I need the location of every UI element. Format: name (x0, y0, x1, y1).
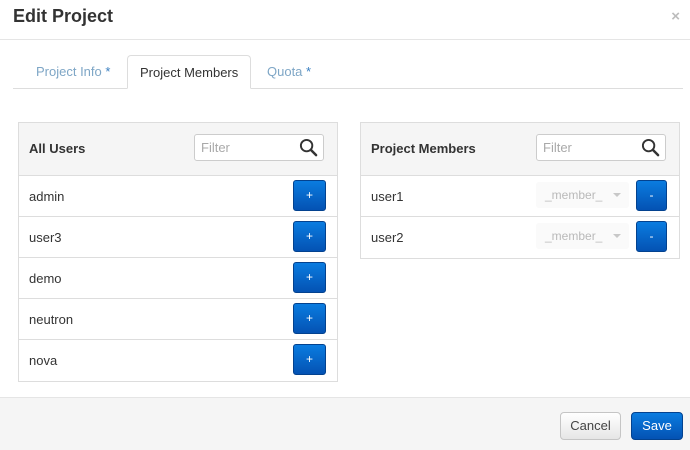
user-name: nova (29, 353, 58, 368)
add-user-button[interactable]: + (293, 344, 326, 375)
all-users-filter-input[interactable] (195, 135, 302, 160)
search-icon[interactable] (299, 138, 318, 157)
user-row-user3: user3 + (19, 217, 337, 258)
remove-member-button[interactable]: - (636, 221, 667, 252)
member-name: user2 (371, 230, 404, 245)
tab-label: Project Info (36, 64, 102, 79)
project-members-filter-input[interactable] (537, 135, 644, 160)
close-icon[interactable]: × (671, 8, 680, 25)
remove-member-button[interactable]: - (636, 180, 667, 211)
tab-label: Project Members (140, 65, 239, 80)
role-select[interactable]: _member_ (536, 182, 629, 208)
role-value: _member_ (545, 188, 603, 202)
tab-project-members[interactable]: Project Members (127, 55, 252, 89)
user-name: neutron (29, 312, 74, 327)
search-icon[interactable] (641, 138, 660, 157)
required-mark: * (105, 64, 111, 79)
user-row-nova: nova + (19, 340, 337, 381)
project-members-panel: Project Members user1 _member_ - user2 _… (360, 122, 680, 259)
required-mark: * (306, 64, 312, 79)
all-users-filter (194, 134, 324, 161)
all-users-panel: All Users admin + user3 + demo + neutron… (18, 122, 338, 382)
tab-label: Quota (267, 64, 303, 79)
tab-bar: Project Info * Project Members Quota * (13, 55, 683, 89)
tab-quota[interactable]: Quota * (255, 55, 323, 88)
add-user-button[interactable]: + (293, 262, 326, 293)
modal-footer: Cancel Save (0, 397, 690, 450)
modal-title: Edit Project (13, 6, 114, 26)
user-name: admin (29, 189, 65, 204)
project-members-header: Project Members (361, 123, 679, 176)
modal-header: Edit Project × (0, 0, 690, 40)
save-button[interactable]: Save (631, 412, 683, 440)
caret-down-icon (613, 193, 621, 197)
all-users-title: All Users (29, 141, 86, 156)
project-members-title: Project Members (371, 141, 476, 156)
user-row-admin: admin + (19, 176, 337, 217)
member-row-user1: user1 _member_ - (361, 176, 679, 217)
add-user-button[interactable]: + (293, 221, 326, 252)
caret-down-icon (613, 234, 621, 238)
project-members-filter (536, 134, 666, 161)
user-name: user3 (29, 230, 62, 245)
tab-project-info[interactable]: Project Info * (24, 55, 122, 88)
user-row-neutron: neutron + (19, 299, 337, 340)
role-value: _member_ (545, 229, 603, 243)
all-users-header: All Users (19, 123, 337, 176)
member-row-user2: user2 _member_ - (361, 217, 679, 258)
cancel-button[interactable]: Cancel (560, 412, 621, 440)
add-user-button[interactable]: + (293, 303, 326, 334)
add-user-button[interactable]: + (293, 180, 326, 211)
user-name: demo (29, 271, 62, 286)
member-name: user1 (371, 189, 404, 204)
role-select[interactable]: _member_ (536, 223, 629, 249)
user-row-demo: demo + (19, 258, 337, 299)
